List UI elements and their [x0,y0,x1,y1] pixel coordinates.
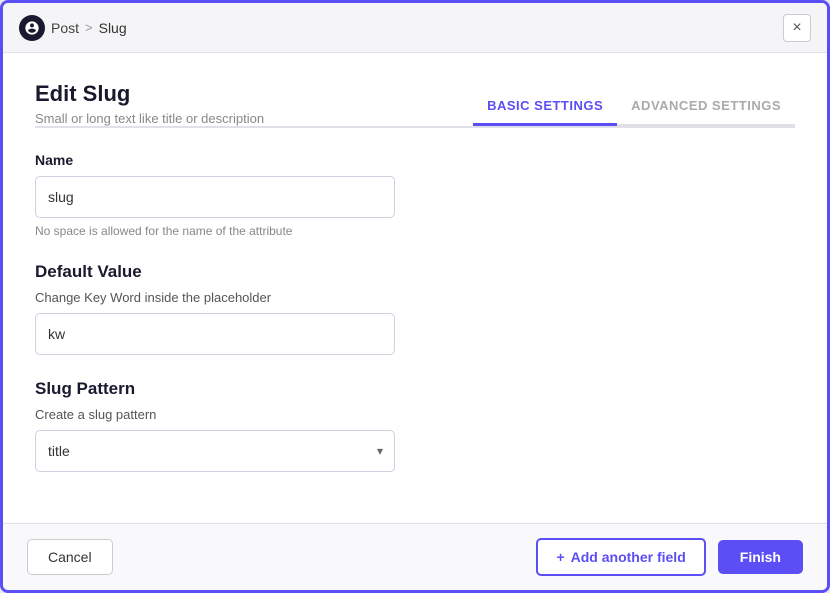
modal-footer: Cancel + Add another field Finish [3,523,827,590]
modal-container: Post > Slug × Edit Slug Small or long te… [0,0,830,593]
plus-icon: + [556,549,564,565]
breadcrumb-root: Post [51,20,79,36]
breadcrumb: Post > Slug [19,15,127,41]
close-icon: × [792,19,801,37]
modal-body: Edit Slug Small or long text like title … [3,53,827,523]
slug-pattern-sublabel: Create a slug pattern [35,407,795,422]
name-section: Name No space is allowed for the name of… [35,152,795,238]
slug-pattern-select[interactable]: title id custom [35,430,395,472]
name-hint: No space is allowed for the name of the … [35,224,795,238]
footer-right-actions: + Add another field Finish [536,538,803,576]
modal-header: Post > Slug × [3,3,827,53]
breadcrumb-current: Slug [99,20,127,36]
breadcrumb-separator: > [85,20,93,35]
tab-advanced-settings[interactable]: ADVANCED SETTINGS [617,90,795,126]
slug-pattern-heading: Slug Pattern [35,379,795,399]
default-value-section: Default Value Change Key Word inside the… [35,262,795,355]
name-label: Name [35,152,795,168]
slug-pattern-section: Slug Pattern Create a slug pattern title… [35,379,795,472]
title-section: Edit Slug Small or long text like title … [35,81,264,126]
default-value-sublabel: Change Key Word inside the placeholder [35,290,795,305]
tab-basic-settings[interactable]: BASIC SETTINGS [473,90,617,126]
add-another-field-button[interactable]: + Add another field [536,538,705,576]
slug-pattern-select-wrapper: title id custom ▾ [35,430,395,472]
page-title: Edit Slug [35,81,264,107]
name-input[interactable] [35,176,395,218]
page-description: Small or long text like title or descrip… [35,111,264,126]
cancel-button[interactable]: Cancel [27,539,113,575]
modal-content: Name No space is allowed for the name of… [3,128,827,523]
close-button[interactable]: × [783,14,811,42]
default-value-heading: Default Value [35,262,795,282]
tabs-container: BASIC SETTINGS ADVANCED SETTINGS [473,81,795,126]
brand-icon [19,15,45,41]
default-value-input[interactable] [35,313,395,355]
finish-button[interactable]: Finish [718,540,803,574]
modal-top-bar: Edit Slug Small or long text like title … [3,53,827,126]
